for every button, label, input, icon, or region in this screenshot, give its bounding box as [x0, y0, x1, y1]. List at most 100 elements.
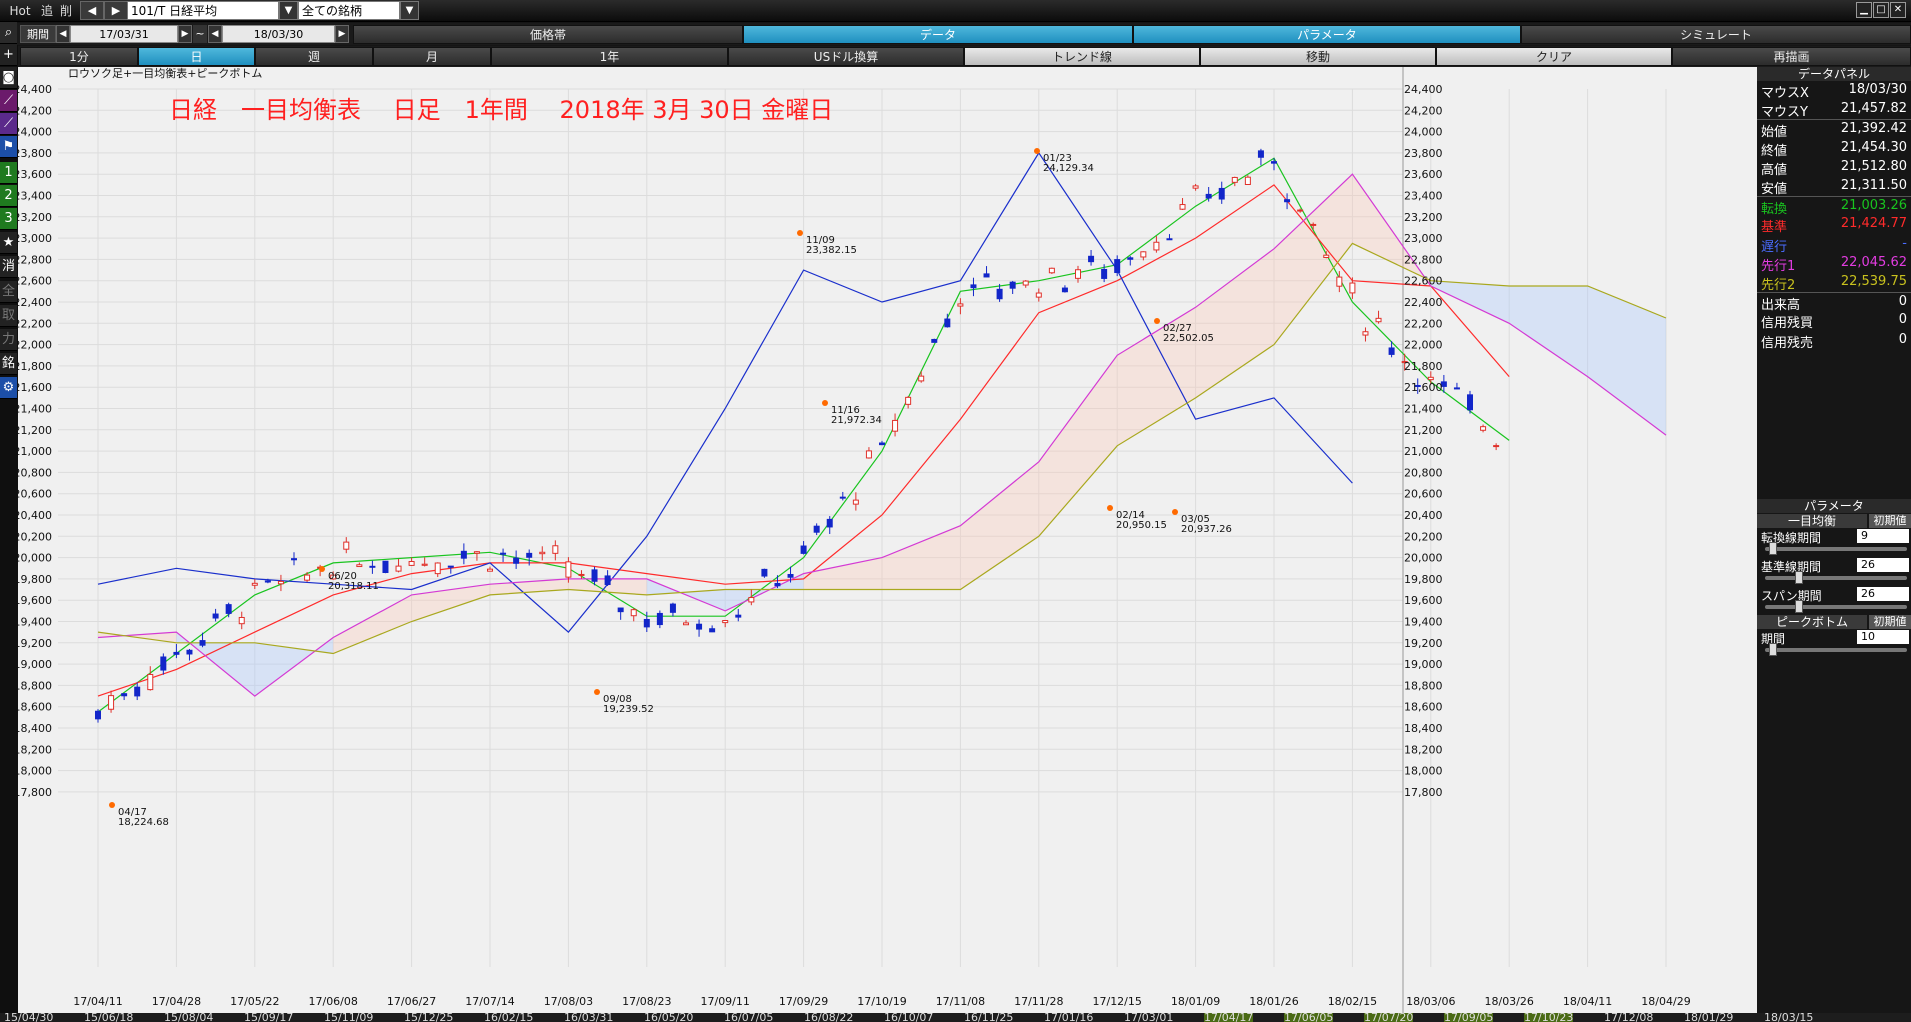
sakujo-button[interactable]: 削: [56, 2, 76, 20]
candle-body: [552, 545, 559, 554]
y-tick-label: 22,800: [18, 253, 52, 266]
candle-body: [892, 419, 899, 432]
candle-body: [251, 582, 258, 586]
data-row-label: マウスY: [1761, 105, 1808, 121]
slider-knob[interactable]: [1795, 571, 1803, 584]
tab-redraw[interactable]: 再描画: [1672, 47, 1911, 66]
search-icon[interactable]: ⌕: [0, 22, 17, 44]
slider-knob[interactable]: [1769, 643, 1777, 656]
ichimoku-reset-button[interactable]: 初期値: [1869, 514, 1911, 528]
tab-1min[interactable]: 1分: [20, 47, 138, 66]
slider-peak[interactable]: [1765, 643, 1907, 656]
candle-body: [1127, 257, 1134, 260]
chart-area[interactable]: 24,400 24,200 24,000 23,800 23,600 23,400 23,2…: [18, 67, 1757, 1013]
maximize-icon[interactable]: □: [1873, 2, 1889, 18]
candle-body: [722, 620, 729, 624]
tab-monthly[interactable]: 月: [373, 47, 491, 66]
y-tick-label: 20,400: [18, 509, 52, 522]
tab-price-band[interactable]: 価格帯: [353, 25, 743, 44]
candle-body: [513, 557, 520, 564]
x-tick-label: 17/04/28: [152, 995, 201, 1008]
brand-button[interactable]: 銘: [0, 353, 17, 375]
param-input-kijun[interactable]: 26: [1857, 558, 1909, 572]
x-tick-label: 17/10/19: [857, 995, 906, 1008]
tab-1year[interactable]: 1年: [491, 47, 728, 66]
tab-daily[interactable]: 日: [138, 47, 255, 66]
tab-move[interactable]: 移動: [1200, 47, 1436, 66]
y-tick-label-right: 20,400: [1404, 509, 1443, 522]
camera-icon[interactable]: ◙: [0, 67, 17, 89]
preset-1-button[interactable]: 1: [0, 162, 17, 184]
candle-body: [356, 564, 363, 568]
y-tick-label-right: 22,600: [1404, 275, 1443, 288]
tab-trendline[interactable]: トレンド線: [964, 47, 1200, 66]
data-row-label: 高値: [1761, 162, 1788, 178]
line-tool-icon[interactable]: ⟋: [0, 90, 17, 112]
end-next-icon[interactable]: ▶: [335, 25, 349, 43]
tab-weekly[interactable]: 週: [255, 47, 373, 66]
y-tick-label-right: 20,800: [1404, 466, 1443, 479]
tab-simulate[interactable]: シミュレート: [1521, 25, 1911, 44]
preset-2-button[interactable]: 2: [0, 185, 17, 207]
candle-body: [1061, 287, 1068, 293]
tsui-button[interactable]: 追: [38, 2, 56, 20]
param-header: パラメータ: [1757, 499, 1911, 513]
candle-body: [826, 518, 833, 528]
slider-knob[interactable]: [1795, 600, 1803, 613]
y-tick-label-right: 23,400: [1404, 190, 1443, 203]
end-date-input[interactable]: 18/03/30: [222, 25, 335, 43]
candle-body: [1257, 150, 1264, 158]
param-input-peak[interactable]: 10: [1857, 630, 1909, 644]
slider-kijun[interactable]: [1765, 571, 1907, 584]
chart-background: [18, 67, 1757, 1013]
filter-select[interactable]: 全ての銘柄: [298, 1, 400, 20]
prev-symbol-button[interactable]: ◀: [80, 1, 104, 20]
star-icon[interactable]: ★: [0, 232, 17, 254]
power-button[interactable]: 力: [0, 329, 17, 351]
tab-usd[interactable]: USドル換算: [728, 47, 964, 66]
preset-3-button[interactable]: 3: [0, 208, 17, 230]
data-row-value: 21,457.82: [1840, 101, 1907, 117]
candle-body: [774, 582, 781, 587]
data-row: 安値 21,311.50: [1757, 177, 1911, 197]
param-input-span[interactable]: 26: [1857, 587, 1909, 601]
candle-body: [1336, 276, 1343, 287]
slider-span[interactable]: [1765, 600, 1907, 613]
y-tick-label: 22,000: [18, 339, 52, 352]
candle-body: [1271, 161, 1277, 164]
slider-knob[interactable]: [1769, 542, 1777, 555]
start-prev-icon[interactable]: ◀: [56, 25, 70, 43]
plus-icon[interactable]: +: [0, 44, 17, 66]
x-tick-label: 17/04/11: [73, 995, 122, 1008]
peak-reset-button[interactable]: 初期値: [1869, 615, 1911, 629]
ichimoku-chart[interactable]: 24,400 24,200 24,000 23,800 23,600 23,400 23,2…: [18, 67, 1757, 1013]
bottom-date-label: 16/02/15: [484, 1013, 534, 1022]
gear-icon[interactable]: ⚙: [0, 377, 17, 399]
tab-parameter[interactable]: パラメータ: [1133, 25, 1521, 44]
erase-button[interactable]: 消: [0, 256, 17, 278]
y-tick-label-right: 18,800: [1404, 679, 1443, 692]
start-next-icon[interactable]: ▶: [178, 25, 192, 43]
slider-tenkan[interactable]: [1765, 542, 1907, 555]
symbol-dropdown-icon[interactable]: ▼: [279, 1, 298, 20]
flag-icon[interactable]: ⚑: [0, 136, 17, 158]
period-bar: 期間 ◀ 17/03/31 ▶ ~ ◀ 18/03/30 ▶ 価格帯 データ パ…: [0, 23, 1911, 45]
param-input-tenkan[interactable]: 9: [1857, 529, 1909, 543]
symbol-select[interactable]: 101/T 日経平均: [127, 1, 279, 20]
filter-dropdown-icon[interactable]: ▼: [400, 1, 419, 20]
minimize-icon[interactable]: ▁: [1856, 2, 1872, 18]
tab-data[interactable]: データ: [743, 25, 1133, 44]
candle-body: [800, 545, 807, 554]
all-button[interactable]: 全: [0, 281, 17, 303]
candle-body: [369, 565, 376, 568]
bottom-date-label: 17/10/23: [1524, 1013, 1574, 1022]
bottom-date-scroll[interactable]: 15/04/30 15/06/18 15/08/04 15/09/17 15/11/09…: [0, 1013, 1911, 1022]
hot-button[interactable]: Hot: [2, 2, 38, 20]
take-button[interactable]: 取: [0, 305, 17, 327]
end-prev-icon[interactable]: ◀: [208, 25, 222, 43]
next-symbol-button[interactable]: ▶: [104, 1, 128, 20]
trend-tool-icon[interactable]: ⟋: [0, 113, 17, 135]
start-date-input[interactable]: 17/03/31: [70, 25, 178, 43]
close-icon[interactable]: ✕: [1890, 2, 1906, 18]
tab-clear[interactable]: クリア: [1436, 47, 1672, 66]
